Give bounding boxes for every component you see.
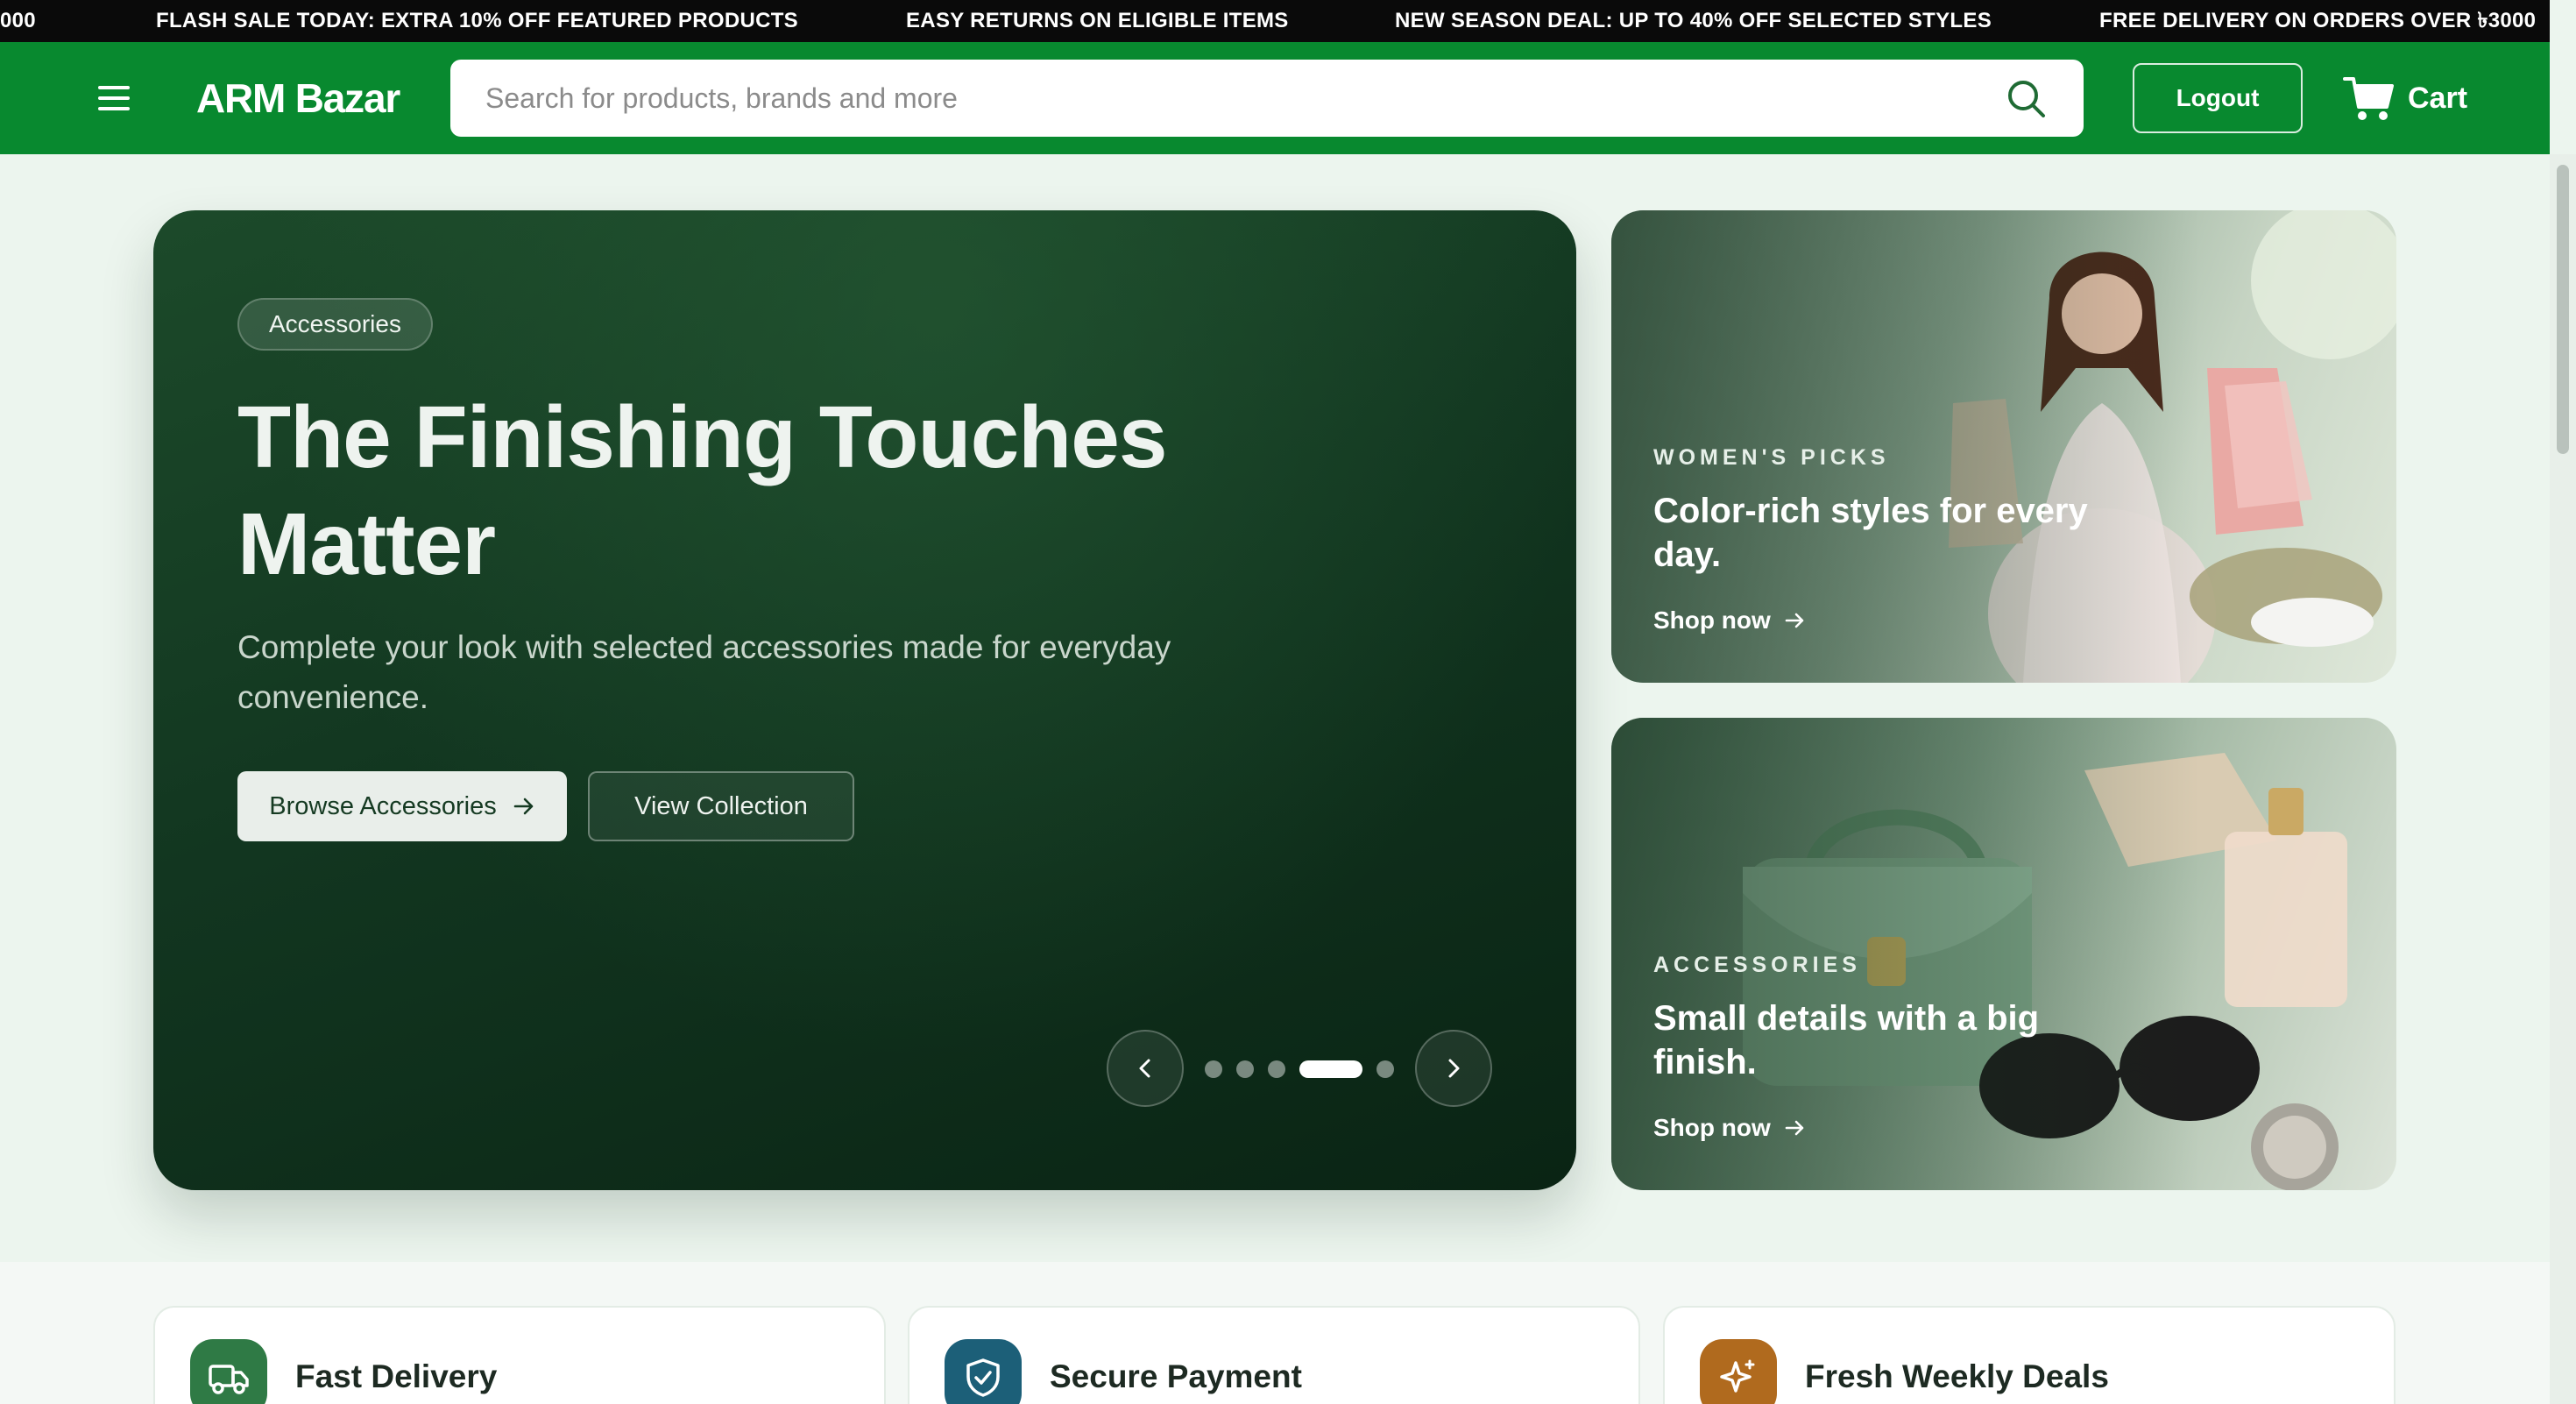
promo-shop-now-link[interactable]: Shop now [1653, 606, 1806, 635]
announcement-ticker: 000 FLASH SALE TODAY: EXTRA 10% OFF FEAT… [0, 0, 2550, 42]
carousel-dot[interactable] [1268, 1060, 1285, 1078]
page: 000 FLASH SALE TODAY: EXTRA 10% OFF FEAT… [0, 0, 2576, 1404]
shield-icon [945, 1339, 1022, 1404]
search-input[interactable] [485, 60, 1975, 137]
promo-card-womens-picks[interactable]: WOMEN'S PICKS Color-rich styles for ever… [1611, 210, 2396, 683]
promo-link-label: Shop now [1653, 606, 1771, 634]
carousel-prev-button[interactable] [1107, 1030, 1184, 1107]
promo-kicker: ACCESSORIES [1653, 953, 1861, 977]
chevron-left-icon [1139, 1059, 1150, 1078]
hero-carousel: Accessories The Finishing Touches Matter… [153, 210, 1576, 1190]
promo-title: Small details with a big finish. [1653, 999, 2040, 1081]
carousel-dot[interactable] [1236, 1060, 1254, 1078]
ticker-item: FLASH SALE TODAY: EXTRA 10% OFF FEATURED… [156, 9, 798, 32]
ticker-item: EASY RETURNS ON ELIGIBLE ITEMS [906, 9, 1289, 32]
arrow-right-icon [1785, 1120, 1804, 1136]
promo-card-accessories[interactable]: ACCESSORIES Small details with a big fin… [1611, 718, 2396, 1190]
hamburger-menu-icon[interactable] [96, 84, 133, 112]
cart-label: Cart [2408, 81, 2468, 115]
feature-label: Secure Payment [1050, 1358, 1302, 1394]
browse-accessories-label: Browse Accessories [269, 791, 497, 820]
search-icon[interactable] [2005, 77, 2047, 119]
arrow-right-icon [513, 798, 534, 815]
view-collection-button[interactable]: View Collection [588, 771, 854, 841]
header-gutter [2550, 0, 2576, 154]
ticker-item: 000 [0, 9, 36, 32]
hero-category-badge: Accessories [237, 298, 433, 351]
feature-card-fast-delivery: Fast Delivery [153, 1306, 886, 1404]
ticker-item: NEW SEASON DEAL: UP TO 40% OFF SELECTED … [1395, 9, 1992, 32]
feature-card-fresh-weekly-deals: Fresh Weekly Deals [1663, 1306, 2396, 1404]
search-bar [450, 60, 2084, 137]
site-header: ARM Bazar Logout Cart [0, 42, 2550, 154]
cart-button[interactable]: Cart [2343, 63, 2467, 133]
sparkle-icon [1700, 1339, 1777, 1404]
site-logo[interactable]: ARM Bazar [196, 72, 400, 124]
promo-shop-now-link[interactable]: Shop now [1653, 1114, 1806, 1142]
carousel-dot[interactable] [1376, 1060, 1394, 1078]
feature-label: Fresh Weekly Deals [1805, 1358, 2109, 1394]
promo-link-label: Shop now [1653, 1114, 1771, 1141]
promo-kicker: WOMEN'S PICKS [1653, 445, 1890, 470]
page-scrollbar[interactable] [2550, 154, 2576, 1404]
chevron-right-icon [1448, 1059, 1460, 1078]
browse-accessories-button[interactable]: Browse Accessories [237, 771, 567, 841]
truck-icon [190, 1339, 267, 1404]
ticker-item: FREE DELIVERY ON ORDERS OVER ৳3000 [2099, 9, 2537, 32]
hero-title: The Finishing Touches Matter [237, 388, 1168, 593]
feature-card-secure-payment: Secure Payment [908, 1306, 1640, 1404]
shopping-cart-icon [2343, 77, 2394, 120]
promo-title: Color-rich styles for every day. [1653, 492, 2088, 574]
arrow-right-icon [1785, 613, 1804, 628]
logout-button[interactable]: Logout [2133, 63, 2303, 133]
carousel-dot-active[interactable] [1299, 1060, 1362, 1078]
carousel-next-button[interactable] [1415, 1030, 1492, 1107]
hero-subtitle: Complete your look with selected accesso… [237, 629, 1171, 715]
feature-label: Fast Delivery [295, 1358, 498, 1394]
carousel-dot[interactable] [1205, 1060, 1222, 1078]
scrollbar-thumb[interactable] [2557, 165, 2569, 454]
